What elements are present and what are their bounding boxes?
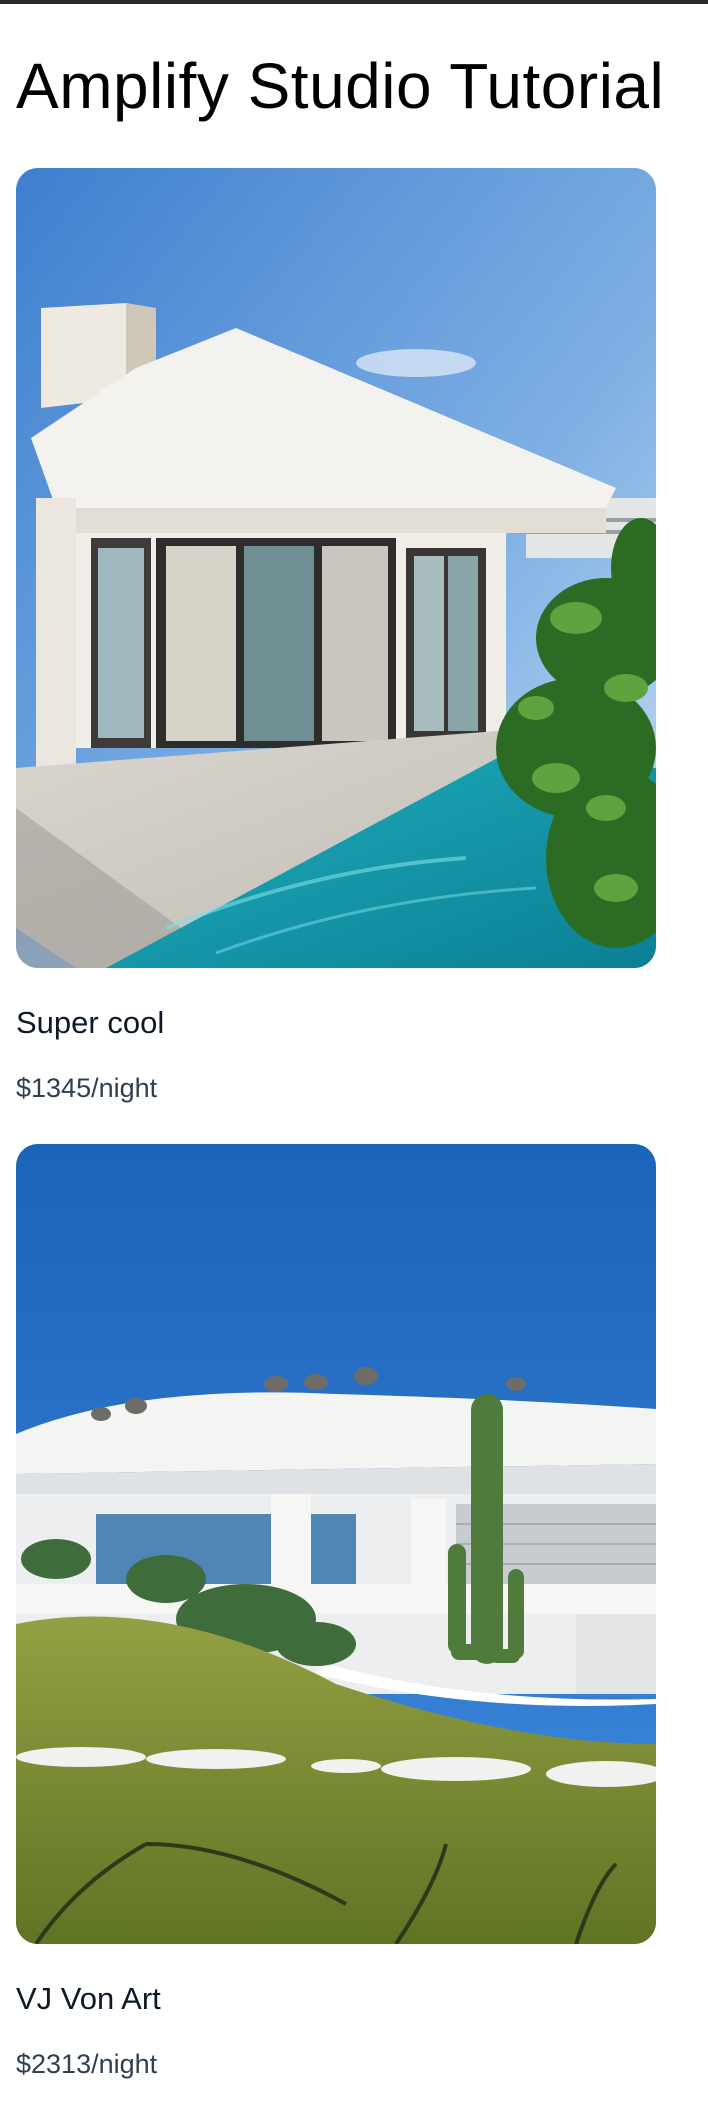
listing-price: $2313/night [16,2049,158,2079]
white-villa-cactus-photo [16,1144,656,1944]
modern-house-pool-photo [16,168,656,968]
listing-card[interactable]: Super cool $1345/night [16,168,656,1103]
page-title: Amplify Studio Tutorial [16,50,665,122]
browser-top-border [0,0,708,4]
listing-price: $1345/night [16,1073,158,1103]
listing-name: Super cool [16,1005,165,1040]
listing-name: VJ Von Art [16,1981,161,2016]
listing-card[interactable]: VJ Von Art $2313/night [16,1144,656,2079]
listing-image[interactable] [16,1144,656,1944]
listing-image[interactable] [16,168,656,968]
